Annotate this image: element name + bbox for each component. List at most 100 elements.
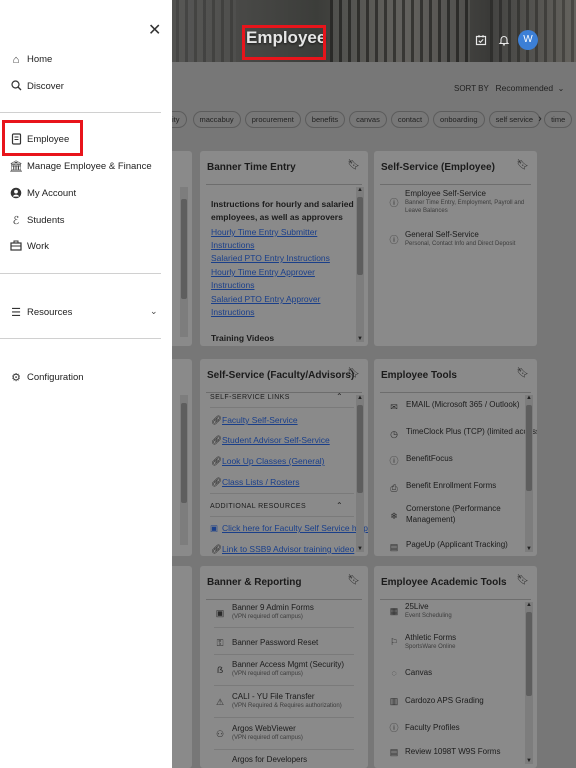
resource-link[interactable]: Link to SSB9 Advisor training video	[222, 544, 354, 554]
list-item[interactable]: ⓘ Faculty Profiles	[388, 722, 523, 744]
form-icon: ▤	[389, 747, 399, 757]
list-item[interactable]: ▤ Review 1098T W9S Forms	[388, 746, 523, 768]
item-name: Banner Password Reset	[232, 638, 319, 647]
bookmark-icon[interactable]: 🔖︎	[516, 368, 529, 379]
nav-item-configuration[interactable]: ⚙ Configuration	[0, 368, 172, 388]
item-name: Banner 9 Admin Forms	[232, 603, 314, 612]
resource-link[interactable]: Click here for Faculty Self Service help	[222, 523, 368, 533]
nav-item-home[interactable]: ⌂ Home	[0, 50, 172, 70]
avatar[interactable]: W	[518, 30, 538, 50]
nav-item-manage-employee-finance[interactable]: 🏛︎ Manage Employee & Finance	[0, 157, 172, 177]
chevron-up-icon[interactable]: ⌃	[336, 501, 343, 510]
list-item[interactable]: ẞ Banner Access Mgmt (Security) (VPN req…	[214, 660, 354, 682]
list-item[interactable]: ▤ PageUp (Applicant Tracking)	[388, 539, 523, 556]
card-title: Self-Service (Employee)	[381, 162, 495, 173]
item-subtitle: Event Scheduling	[405, 613, 452, 619]
list-item[interactable]: ▥ Cardozo APS Grading	[388, 695, 523, 717]
nav-item-discover[interactable]: Discover	[0, 77, 172, 97]
sort-value[interactable]: Recommended	[496, 83, 554, 93]
scrollbar[interactable]: ▲ ▼	[525, 395, 533, 552]
faculty-link[interactable]: Faculty Self-Service	[222, 415, 298, 425]
bookmark-icon[interactable]: 🔖︎	[516, 575, 529, 586]
bookmark-icon[interactable]: 🔖︎	[347, 575, 360, 586]
bookmark-icon[interactable]: 🔖︎	[347, 368, 360, 379]
instruction-link[interactable]: Instructions	[211, 307, 254, 317]
list-item[interactable]: ◷ TimeClock Plus (TCP) (limited access)	[388, 426, 537, 448]
instruction-link[interactable]: Instructions	[211, 240, 254, 250]
nav-item-my-account[interactable]: My Account	[0, 184, 172, 204]
scrollbar[interactable]: ▲ ▼	[356, 395, 364, 552]
section-header: SELF-SERVICE LINKS	[210, 394, 290, 401]
list-item[interactable]: ⚇ Argos WebViewer (VPN required off camp…	[214, 724, 354, 746]
scrollbar[interactable]: ▲ ▼	[356, 187, 364, 342]
close-icon[interactable]: ✕	[148, 20, 161, 40]
list-item[interactable]: ◌ Canvas	[388, 667, 523, 689]
chevron-right-icon[interactable]: ›	[534, 111, 546, 128]
tag-chip[interactable]: ity	[172, 111, 187, 128]
instruction-link[interactable]: Instructions	[211, 280, 254, 290]
nav-item-work[interactable]: Work	[0, 237, 172, 257]
tag-chip[interactable]: maccabuy	[192, 111, 241, 128]
help-icon: ▣	[210, 523, 219, 533]
item-name: PageUp (Applicant Tracking)	[406, 540, 508, 549]
sort-control[interactable]: SORT BY Recommended ⌄	[454, 83, 564, 93]
nav-item-label: Home	[27, 54, 53, 65]
calendar-check-icon[interactable]	[475, 34, 487, 49]
item-name: Employee Self-Service	[405, 189, 486, 198]
bookmark-icon[interactable]: 🔖︎	[516, 160, 529, 171]
scrollbar[interactable]: ▲ ▼	[525, 602, 533, 764]
list-item[interactable]: ❄ Cornerstone (Performance Management)	[388, 504, 523, 530]
tag-chip[interactable]: procurement	[244, 111, 301, 128]
list-item[interactable]: ⓘ General Self-Service Personal, Contact…	[388, 230, 523, 252]
tag-chip[interactable]: time	[544, 111, 573, 128]
list-item[interactable]: ⓘ BenefitFocus	[388, 453, 523, 475]
list-item[interactable]: ⚐ Athletic Forms SportsWare Online	[388, 633, 523, 655]
list-item[interactable]: ✉ EMAIL (Microsoft 365 / Outlook)	[388, 399, 523, 421]
list-item[interactable]: ⓘ Employee Self-Service Banner Time Entr…	[388, 189, 525, 214]
bell-icon[interactable]	[498, 34, 510, 49]
tag-chip[interactable]: onboarding	[433, 111, 485, 128]
card-employee-academic-tools: Employee Academic Tools 🔖︎ ▦ 25Live Even…	[374, 566, 537, 768]
card-self-service-employee: Self-Service (Employee) 🔖︎ ⓘ Employee Se…	[374, 151, 537, 346]
list-item[interactable]: ⚠ CALI - YU File Transfer (VPN Required …	[214, 692, 354, 714]
bookmark-icon[interactable]: 🔖︎	[347, 160, 360, 171]
nav-item-resources[interactable]: ☰ Resources ⌄	[0, 303, 172, 323]
tag-chip[interactable]: contact	[390, 111, 430, 128]
faculty-link[interactable]: Look Up Classes (General)	[222, 456, 325, 466]
security-icon: ẞ	[216, 665, 224, 675]
item-name: TimeClock Plus (TCP) (limited access)	[406, 427, 537, 436]
list-item[interactable]: ⎙ Benefit Enrollment Forms	[388, 480, 523, 502]
link-icon: 🔗︎	[211, 415, 222, 425]
faculty-link[interactable]: Student Advisor Self-Service	[222, 435, 330, 445]
clock-icon: ◷	[390, 429, 398, 439]
chevron-up-icon[interactable]: ⌃	[336, 392, 343, 401]
nav-item-students[interactable]: ℰ Students	[0, 211, 172, 231]
window-icon: ▣	[215, 608, 225, 618]
info-icon: ⓘ	[389, 198, 399, 208]
tag-chip[interactable]: self service	[488, 111, 541, 128]
tag-chip[interactable]: benefits	[304, 111, 346, 128]
item-name: Argos WebViewer	[232, 724, 296, 733]
user-circle-icon	[9, 187, 23, 201]
tag-chip[interactable]: canvas	[349, 111, 387, 128]
instruction-link[interactable]: Salaried PTO Entry Instructions	[211, 253, 330, 263]
instruction-link[interactable]: Hourly Time Entry Submitter	[211, 227, 317, 237]
nav-item-label: Students	[27, 215, 65, 226]
list-item[interactable]: ▣ Banner 9 Admin Forms (VPN required off…	[214, 603, 354, 625]
bank-icon: 🏛︎	[9, 161, 23, 173]
faculty-link[interactable]: Class Lists / Rosters	[222, 477, 299, 487]
instruction-link[interactable]: Hourly Time Entry Approver	[211, 267, 315, 277]
chevron-down-icon[interactable]: ⌄	[150, 306, 158, 317]
instruction-link[interactable]: Salaried PTO Entry Approver	[211, 294, 320, 304]
item-subtitle: (VPN required off campus)	[232, 671, 303, 677]
list-item[interactable]: ▦ 25Live Event Scheduling	[388, 602, 523, 624]
item-name: CALI - YU File Transfer	[232, 692, 315, 701]
link-icon: 🔗︎	[211, 456, 222, 466]
list-item[interactable]: ⚿ Banner Password Reset	[214, 637, 354, 659]
list-item[interactable]: Argos for Developers	[214, 755, 354, 768]
gear-icon: ⚙	[11, 372, 21, 384]
section-header: ADDITIONAL RESOURCES	[210, 503, 307, 510]
calendar-icon: ▦	[389, 606, 399, 616]
item-name: Management)	[406, 515, 456, 524]
item-subtitle: Banner Time Entry, Employment, Payroll a…	[405, 200, 525, 206]
